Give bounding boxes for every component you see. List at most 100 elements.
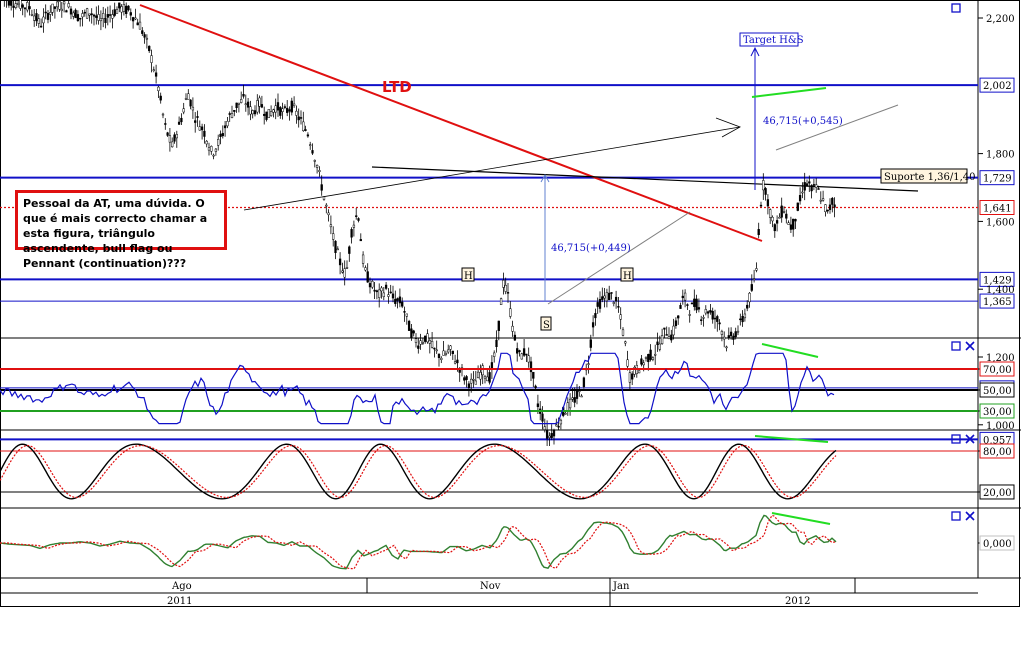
candle-body xyxy=(157,86,160,92)
candle-body xyxy=(378,289,381,298)
candle-body xyxy=(120,6,123,13)
candle-body xyxy=(10,0,13,6)
candle-body xyxy=(725,346,728,349)
candle-body xyxy=(621,329,625,336)
chart-canvas: 2,0021,7291,6411,4291,3651,1090,957 2,20… xyxy=(0,0,1021,607)
candle-body xyxy=(612,302,615,304)
close-icon[interactable] xyxy=(965,511,975,521)
candle-body xyxy=(111,14,114,19)
candle-body xyxy=(826,209,829,212)
candle-body xyxy=(184,98,188,100)
candle-body xyxy=(706,311,710,314)
candle-body xyxy=(228,113,231,115)
candle-body xyxy=(357,218,360,221)
candle-body xyxy=(617,306,620,308)
candle-body xyxy=(555,424,558,427)
candle-body xyxy=(198,126,201,131)
candle-body xyxy=(46,13,50,20)
candle-body xyxy=(387,294,390,297)
candle-body xyxy=(644,357,648,359)
candle-body xyxy=(752,278,756,281)
candle-body xyxy=(557,425,560,428)
y-tick-label: 20,00 xyxy=(983,488,1012,499)
candle-body xyxy=(670,334,673,341)
candle-body xyxy=(608,292,611,301)
candle-body xyxy=(640,358,643,365)
candle-body xyxy=(536,403,540,407)
candle-body xyxy=(58,1,61,10)
candle-body xyxy=(794,218,797,222)
candle-body xyxy=(97,14,100,21)
neckline xyxy=(371,166,919,192)
stoch-k-line xyxy=(0,443,837,500)
candle-body xyxy=(497,320,500,331)
candle-body xyxy=(642,362,645,366)
candle-body xyxy=(37,18,40,24)
candle-body xyxy=(352,224,356,228)
candle-body xyxy=(647,354,650,363)
candle-body xyxy=(143,34,146,38)
candle-body xyxy=(389,291,392,294)
annotation-target: Target H&S xyxy=(739,32,804,47)
candle-body xyxy=(449,345,452,350)
question-note: Pessoal da AT, uma dúvida. O que é mais … xyxy=(15,190,227,270)
candle-body xyxy=(734,331,737,338)
candle-body xyxy=(796,202,799,211)
candle-body xyxy=(571,397,574,400)
candle-body xyxy=(251,110,254,115)
candle-body xyxy=(833,204,836,208)
restore-icon[interactable] xyxy=(951,341,961,351)
x-tick-label: Ago xyxy=(171,581,192,592)
restore-icon[interactable] xyxy=(951,3,961,13)
candle-body xyxy=(805,183,809,187)
candle-body xyxy=(288,109,291,112)
candle-body xyxy=(320,184,323,191)
price-level-label: 1,729 xyxy=(983,174,1012,185)
candle-body xyxy=(470,378,473,384)
candle-body xyxy=(688,314,691,316)
candle-body xyxy=(230,113,234,118)
candle-body xyxy=(697,307,701,310)
candle-body xyxy=(217,139,220,146)
candle-body xyxy=(136,22,139,26)
candle-body xyxy=(589,339,592,348)
candle-body xyxy=(205,140,208,145)
candle-body xyxy=(99,18,103,22)
candle-body xyxy=(23,7,27,10)
year-label: 2012 xyxy=(785,596,810,607)
restore-icon[interactable] xyxy=(951,511,961,521)
candle-body xyxy=(152,69,155,72)
candle-body xyxy=(831,197,834,205)
panel-controls-rsi xyxy=(951,341,975,351)
macd-signal-line xyxy=(0,514,837,570)
candle-body xyxy=(660,335,664,344)
candle-body xyxy=(541,413,544,422)
candle-body xyxy=(180,117,183,123)
candle-body xyxy=(723,336,726,340)
candle-body xyxy=(810,185,813,192)
candle-body xyxy=(83,11,86,14)
candle-body xyxy=(419,340,422,345)
candle-body xyxy=(311,150,314,154)
candle-body xyxy=(382,292,385,297)
candle-body xyxy=(16,2,20,6)
panel-controls-macd xyxy=(951,511,975,521)
candle-body xyxy=(299,117,303,119)
candle-body xyxy=(463,377,466,381)
candle-body xyxy=(269,111,273,116)
close-icon[interactable] xyxy=(965,341,975,351)
candle-body xyxy=(520,353,523,360)
candle-body xyxy=(704,309,707,314)
candle-body xyxy=(207,147,211,151)
candle-body xyxy=(235,102,238,109)
y-tick-label: 0,000 xyxy=(983,539,1012,550)
candle-body xyxy=(113,9,116,16)
candle-body xyxy=(19,0,22,9)
candle-body xyxy=(325,204,328,207)
candle-body xyxy=(256,100,259,113)
candle-body xyxy=(775,220,779,224)
candle-body xyxy=(601,296,604,300)
candle-body xyxy=(453,361,457,364)
candle-body xyxy=(582,377,586,387)
candle-body xyxy=(821,198,825,201)
